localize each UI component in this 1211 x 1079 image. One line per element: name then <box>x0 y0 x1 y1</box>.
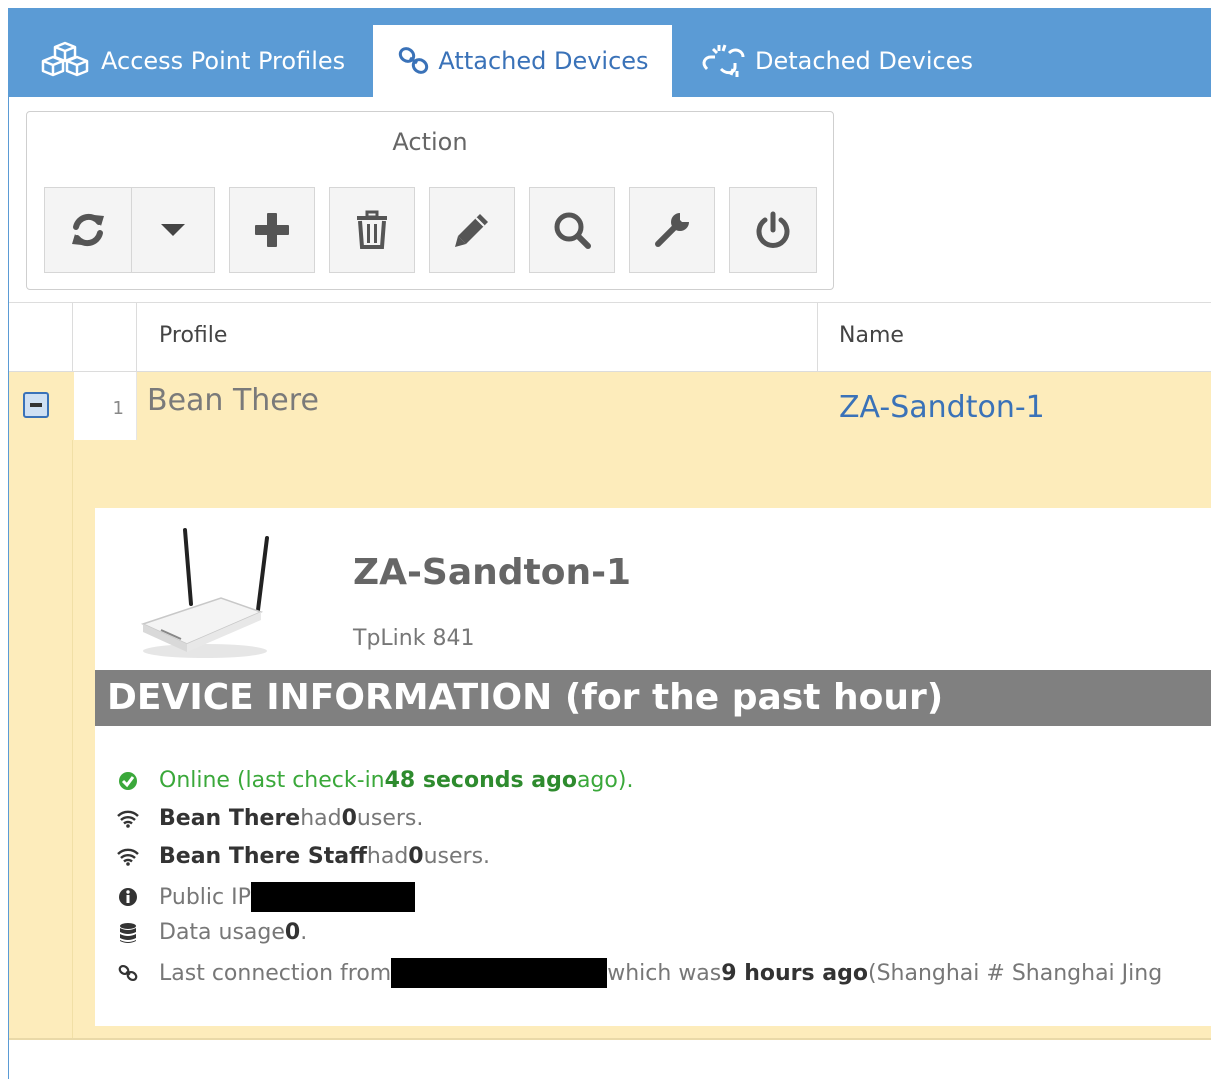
tab-label: Detached Devices <box>755 47 973 75</box>
tab-bar: Access Point Profiles Attached Devices D… <box>9 8 1211 97</box>
data-usage-value: 0 <box>284 920 301 945</box>
search-button[interactable] <box>529 187 615 273</box>
pencil-icon <box>455 214 488 247</box>
refresh-icon <box>72 213 104 247</box>
toolbar-title: Action <box>392 128 468 156</box>
wifi-icon <box>117 808 139 830</box>
ssid-had: had <box>366 844 409 869</box>
ssid-user-count: 0 <box>341 806 357 831</box>
wifi-icon <box>117 846 139 868</box>
data-usage-line: Data usage 0. <box>117 920 307 945</box>
tab-label: Access Point Profiles <box>101 47 346 75</box>
last-connection-line: Last connection from which was 9 hours a… <box>117 958 1162 988</box>
status-prefix: Online (last check-in <box>159 768 385 793</box>
trash-icon <box>357 210 387 249</box>
last-connection-mid: which was <box>607 960 722 986</box>
column-header-name[interactable]: Name <box>839 323 904 348</box>
tab-label: Attached Devices <box>438 47 649 75</box>
data-usage-prefix: Data usage <box>159 920 285 945</box>
link-icon <box>117 962 139 984</box>
status-line: Online (last check-in 48 seconds ago ago… <box>117 768 633 793</box>
cell-name[interactable]: ZA-Sandton-1 <box>839 390 1045 425</box>
device-detail-panel: ZA-Sandton-1 TpLink 841 DEVICE INFORMATI… <box>95 508 1211 1026</box>
router-image <box>140 528 269 658</box>
tab-detached-devices[interactable]: Detached Devices <box>699 25 973 97</box>
ssid-line: Bean There had 0 users. <box>117 806 423 831</box>
edit-button[interactable] <box>429 187 515 273</box>
row-number: 1 <box>112 398 124 419</box>
last-connection-prefix: Last connection from <box>159 960 392 986</box>
database-icon <box>117 922 139 944</box>
plus-icon <box>255 213 289 247</box>
link-icon <box>399 47 429 74</box>
power-icon <box>756 211 790 248</box>
add-button[interactable] <box>229 187 315 273</box>
broken-link-icon <box>702 44 745 77</box>
check-circle-icon <box>117 770 139 792</box>
column-header-profile[interactable]: Profile <box>159 323 227 348</box>
power-button[interactable] <box>729 187 817 273</box>
cubes-icon <box>41 41 89 77</box>
collapse-row-button[interactable] <box>23 392 49 418</box>
data-usage-suffix: . <box>300 920 308 945</box>
column-separator <box>72 440 73 1039</box>
redacted-address <box>391 958 608 988</box>
column-separator <box>817 303 818 371</box>
cell-profile: Bean There <box>147 383 319 418</box>
refresh-button[interactable] <box>44 187 132 273</box>
ssid-line: Bean There Staff had 0 users. <box>117 844 490 869</box>
ssid-suffix: users. <box>356 806 424 831</box>
column-separator <box>136 303 137 371</box>
wrench-icon <box>655 213 689 247</box>
tab-access-point-profiles[interactable]: Access Point Profiles <box>39 25 345 97</box>
delete-button[interactable] <box>329 187 415 273</box>
public-ip-line: Public IP <box>117 882 415 912</box>
dropdown-button[interactable] <box>131 187 215 273</box>
status-checkin-value: 48 seconds ago <box>384 768 577 793</box>
public-ip-label: Public IP <box>159 884 251 910</box>
ssid-had: had <box>300 806 342 831</box>
search-icon <box>554 212 591 249</box>
settings-button[interactable] <box>629 187 715 273</box>
grid-header: Profile Name <box>9 302 1211 374</box>
status-suffix: ago). <box>576 768 634 793</box>
row-divider <box>9 1038 1211 1040</box>
ssid-user-count: 0 <box>408 844 424 869</box>
tab-attached-devices[interactable]: Attached Devices <box>373 25 672 97</box>
row-number-cell: 1 <box>74 372 137 440</box>
device-model: TpLink 841 <box>353 626 475 651</box>
caret-down-icon <box>161 224 185 236</box>
section-title: DEVICE INFORMATION (for the past hour) <box>95 670 1211 726</box>
column-separator <box>72 303 73 371</box>
device-name: ZA-Sandton-1 <box>353 552 632 593</box>
ssid-name: Bean There Staff <box>159 844 367 869</box>
action-toolbar: Action <box>26 111 834 290</box>
ssid-suffix: users. <box>423 844 491 869</box>
info-icon <box>117 886 139 908</box>
top-margin <box>0 0 1211 8</box>
ssid-name: Bean There <box>159 806 301 831</box>
redacted-ip <box>250 882 415 912</box>
last-connection-location: (Shanghai # Shanghai Jing <box>867 960 1163 986</box>
last-connection-time: 9 hours ago <box>721 960 868 986</box>
